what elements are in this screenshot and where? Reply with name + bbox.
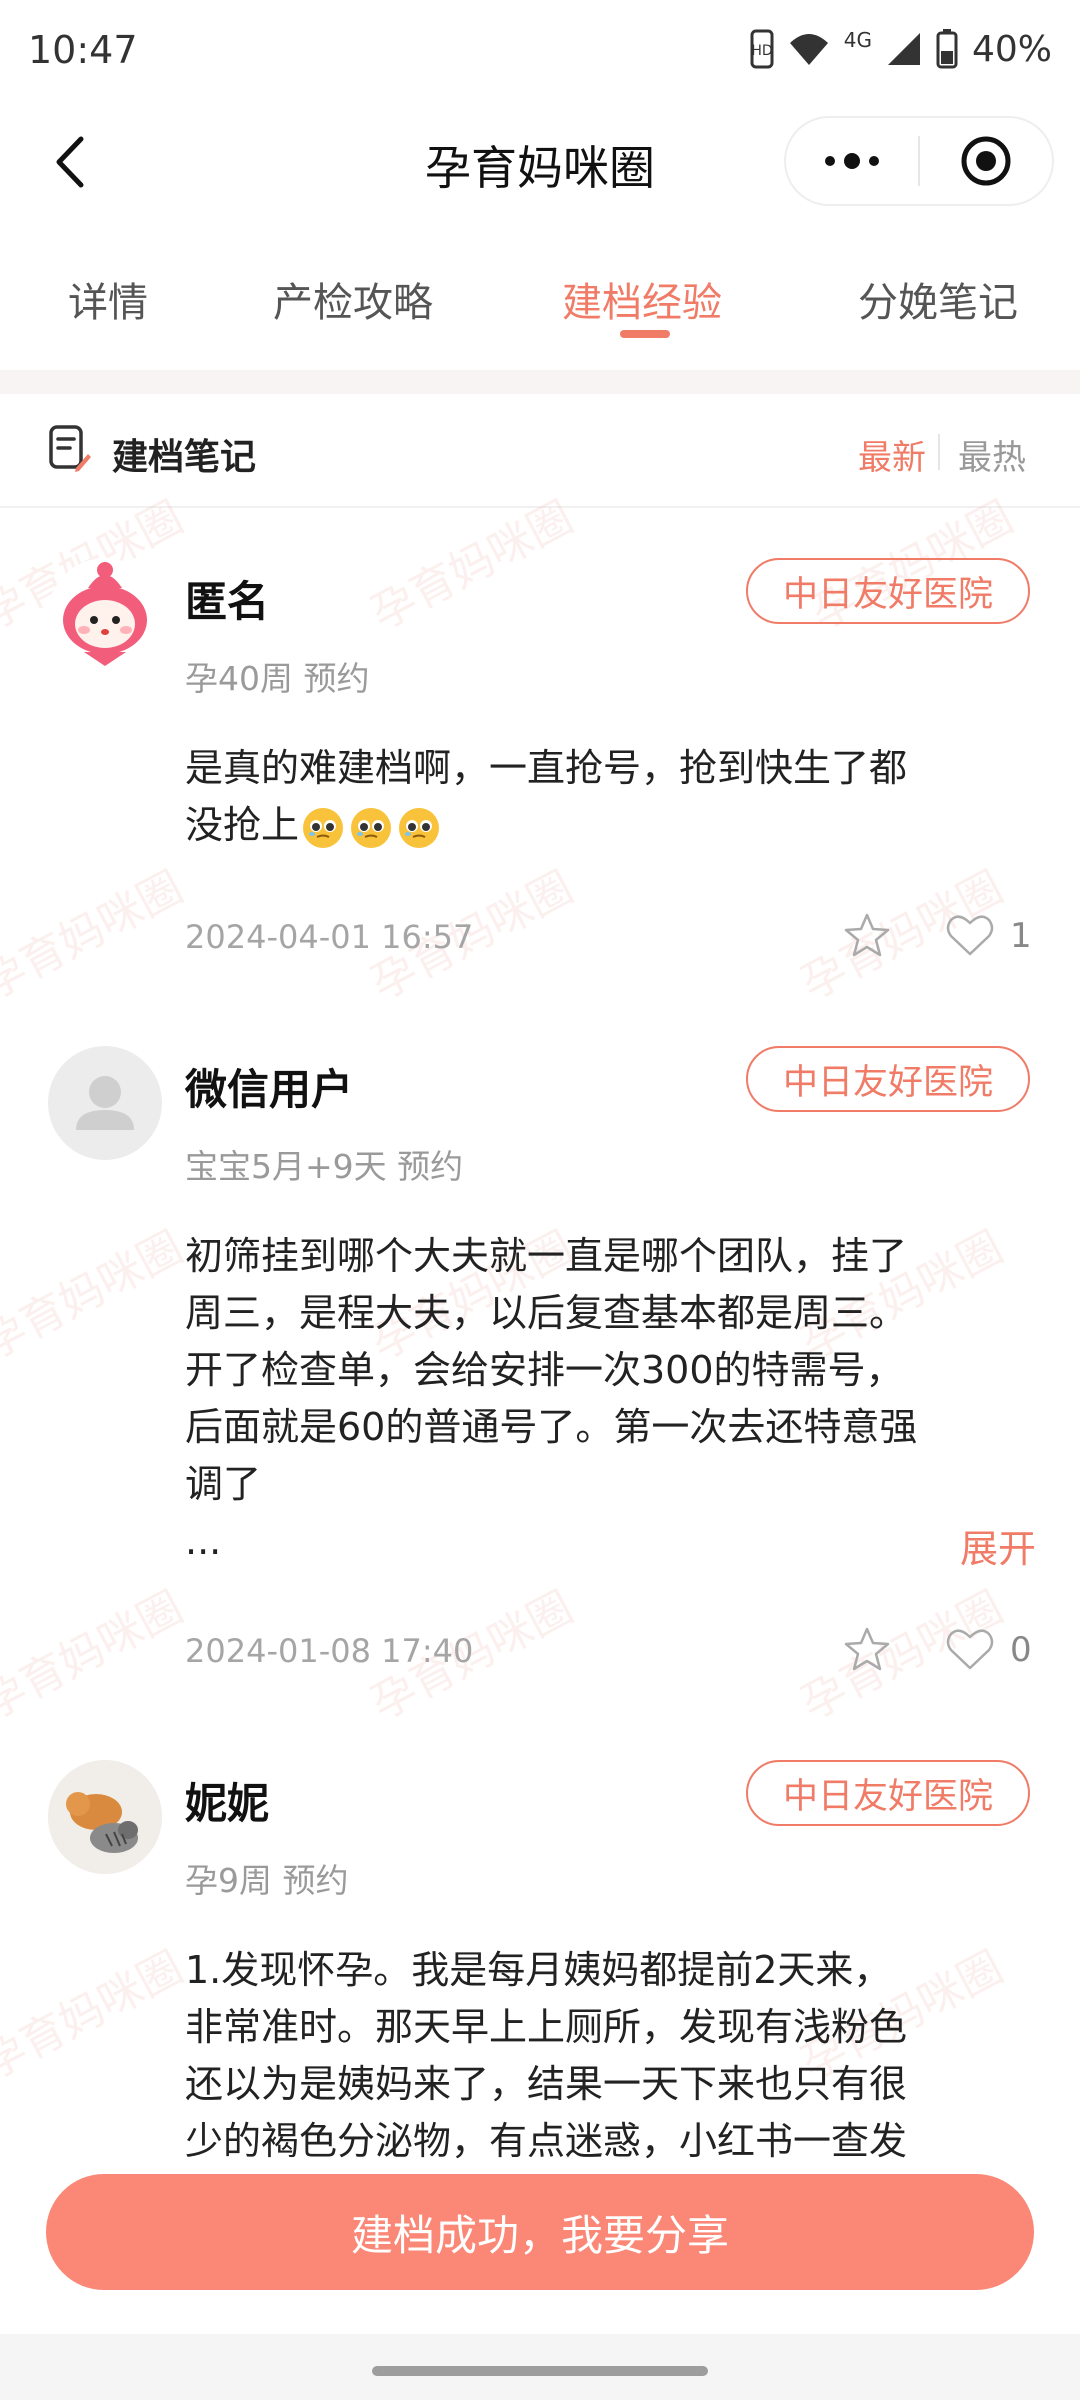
post-line: 调了 xyxy=(185,1462,262,1506)
post-line: 后面就是60的普通号了。第一次去还特意强 xyxy=(185,1405,918,1449)
post-card[interactable]: 匿名 中日友好医院 孕40周 预约 是真的难建档啊，一直抢号，抢到快生了都 没抢… xyxy=(0,558,1080,988)
more-button[interactable] xyxy=(786,118,918,204)
post-content[interactable]: 是真的难建档啊，一直抢号，抢到快生了都 没抢上 xyxy=(185,740,945,854)
close-button[interactable] xyxy=(920,118,1052,204)
section-separator xyxy=(0,370,1080,394)
username: 微信用户 xyxy=(185,1065,354,1114)
signal-icon xyxy=(887,33,920,65)
more-dots-icon xyxy=(825,153,879,169)
heart-icon xyxy=(946,1629,994,1670)
teary-face-emoji-icon xyxy=(351,807,392,848)
section-header: 建档笔记 最新 最热 xyxy=(0,394,1080,508)
like-count: 1 xyxy=(1010,916,1032,956)
post-time: 2024-04-01 16:57 xyxy=(185,918,474,956)
tab-details[interactable]: 详情 xyxy=(68,270,148,328)
tab-registration-experience[interactable]: 建档经验 xyxy=(562,270,722,328)
default-user-avatar-icon xyxy=(76,1076,134,1130)
active-tab-indicator xyxy=(620,330,670,338)
note-edit-icon xyxy=(49,425,91,472)
home-indicator[interactable] xyxy=(372,2366,708,2376)
tab-prenatal-guide[interactable]: 产检攻略 xyxy=(273,270,433,328)
post-line: 是真的难建档啊，一直抢号，抢到快生了都 xyxy=(185,746,908,790)
expand-link[interactable]: 展开 xyxy=(960,1518,1036,1573)
post-content[interactable]: 初筛挂到哪个大夫就一直是哪个团队，挂了 周三，是程大夫，以后复查基本都是周三。 … xyxy=(185,1228,945,1570)
section-title: 建档笔记 xyxy=(112,437,257,478)
favorite-button[interactable] xyxy=(842,1624,892,1674)
hospital-tag[interactable]: 中日友好医院 xyxy=(746,1046,1030,1112)
username: 妮妮 xyxy=(185,1779,270,1828)
target-circle-icon xyxy=(961,136,1011,186)
post-line: 没抢上 xyxy=(185,803,300,847)
avatar[interactable] xyxy=(48,1760,162,1874)
status-bar: 10:47 HD 4G 40% xyxy=(0,0,1080,100)
post-line: 初筛挂到哪个大夫就一直是哪个团队，挂了 xyxy=(185,1234,908,1278)
cat-photo-avatar-icon xyxy=(48,1760,162,1874)
cartoon-avatar-icon xyxy=(48,558,162,672)
post-time: 2024-01-08 17:40 xyxy=(185,1632,474,1670)
user-meta: 孕9周 预约 xyxy=(185,1861,349,1900)
emoji-group xyxy=(301,806,441,850)
post-line: 1.发现怀孕。我是每月姨妈都提前2天来， xyxy=(185,1948,892,1992)
svg-text:HD: HD xyxy=(751,43,772,59)
post-line: 还以为是姨妈来了，结果一天下来也只有很 xyxy=(185,2062,908,2106)
post-line: 开了检查单，会给安排一次300的特需号， xyxy=(185,1348,904,1392)
hospital-tag[interactable]: 中日友好医院 xyxy=(746,558,1030,624)
sort-divider xyxy=(938,434,940,470)
post-line: 周三，是程大夫，以后复查基本都是周三。 xyxy=(185,1291,908,1335)
user-meta: 宝宝5月+9天 预约 xyxy=(185,1147,464,1186)
teary-face-emoji-icon xyxy=(399,807,440,848)
tab-bar: 详情 产检攻略 建档经验 分娩笔记 xyxy=(0,260,1080,340)
hospital-tag[interactable]: 中日友好医院 xyxy=(746,1760,1030,1826)
battery-icon xyxy=(936,29,958,69)
system-nav-area xyxy=(0,2334,1080,2400)
post-line: 非常准时。那天早上上厕所，发现有浅粉色 xyxy=(185,2005,908,2049)
heart-icon xyxy=(946,915,994,956)
favorite-button[interactable] xyxy=(842,910,892,960)
nav-header: 孕育妈咪圈 xyxy=(0,110,1080,215)
avatar[interactable] xyxy=(48,1046,162,1160)
username: 匿名 xyxy=(185,577,270,626)
post-card[interactable]: 妮妮 中日友好医院 孕9周 预约 1.发现怀孕。我是每月姨妈都提前2天来， 非常… xyxy=(0,1760,1080,2174)
post-line: ... xyxy=(185,1519,222,1563)
status-time: 10:47 xyxy=(28,28,138,72)
sort-hot[interactable]: 最热 xyxy=(958,430,1026,479)
avatar[interactable] xyxy=(48,558,162,672)
star-icon xyxy=(844,913,890,957)
post-content[interactable]: 1.发现怀孕。我是每月姨妈都提前2天来， 非常准时。那天早上上厕所，发现有浅粉色… xyxy=(185,1942,945,2170)
like-button[interactable] xyxy=(944,1624,996,1674)
battery-percent: 40% xyxy=(971,28,1052,70)
tab-delivery-notes[interactable]: 分娩笔记 xyxy=(858,270,1018,328)
post-line-with-emoji: 没抢上 xyxy=(185,797,945,854)
like-count: 0 xyxy=(1010,1630,1032,1670)
sort-newest[interactable]: 最新 xyxy=(858,430,926,479)
like-button[interactable] xyxy=(944,910,996,960)
hd-icon: HD xyxy=(750,29,774,69)
wifi-icon xyxy=(789,34,828,65)
post-card[interactable]: 微信用户 中日友好医院 宝宝5月+9天 预约 初筛挂到哪个大夫就一直是哪个团队，… xyxy=(0,1046,1080,1706)
mini-program-capsule xyxy=(784,116,1054,206)
user-meta: 孕40周 预约 xyxy=(185,659,370,698)
teary-face-emoji-icon xyxy=(303,807,344,848)
star-icon xyxy=(844,1627,890,1671)
network-type: 4G xyxy=(843,28,872,52)
share-success-button[interactable]: 建档成功，我要分享 xyxy=(46,2174,1034,2290)
post-line: 少的褐色分泌物，有点迷惑，小红书一查发 xyxy=(185,2119,908,2163)
status-icons: HD 4G 40% xyxy=(750,24,1052,74)
